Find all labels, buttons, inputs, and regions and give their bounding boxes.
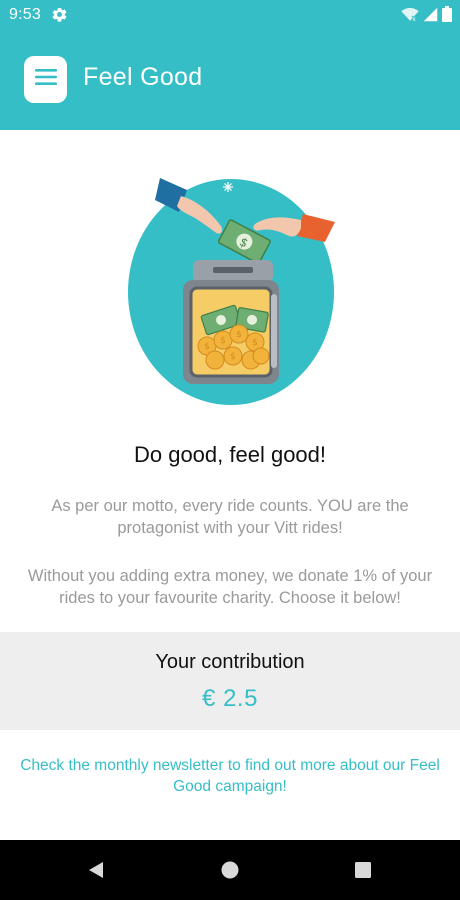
svg-text:$: $ [220, 336, 226, 346]
svg-text:x: x [412, 16, 416, 22]
hamburger-menu-icon [34, 68, 57, 91]
contribution-value: € 2.5 [202, 685, 258, 712]
gear-icon [51, 6, 68, 23]
status-time: 9:53 [9, 6, 41, 23]
contribution-label: Your contribution [155, 651, 305, 673]
page-title: Feel Good [83, 63, 203, 91]
signal-icon [423, 7, 438, 22]
svg-text:$: $ [252, 338, 258, 348]
status-icons: x [401, 6, 452, 22]
motto-paragraph: As per our motto, every ride counts. YOU… [51, 497, 409, 537]
donation-jar-illustration: $ $ $ $ $ $ [125, 170, 340, 410]
newsletter-link[interactable]: Check the monthly newsletter to find out… [20, 755, 440, 797]
recents-icon[interactable] [352, 859, 374, 881]
battery-icon [442, 6, 452, 22]
menu-button[interactable] [24, 56, 67, 103]
donation-paragraph: Without you adding extra money, we donat… [27, 567, 433, 607]
status-bar: 9:53 x [0, 0, 460, 30]
svg-text:$: $ [204, 342, 210, 352]
svg-text:$: $ [230, 352, 236, 362]
app-bar: Feel Good [0, 30, 460, 130]
wifi-icon: x [401, 6, 419, 22]
contribution-panel: Your contribution € 2.5 [0, 632, 460, 730]
navigation-bar [0, 840, 460, 900]
home-icon[interactable] [219, 859, 241, 881]
svg-text:$: $ [236, 330, 242, 340]
headline: Do good, feel good! [133, 442, 327, 467]
back-icon[interactable] [85, 859, 107, 881]
